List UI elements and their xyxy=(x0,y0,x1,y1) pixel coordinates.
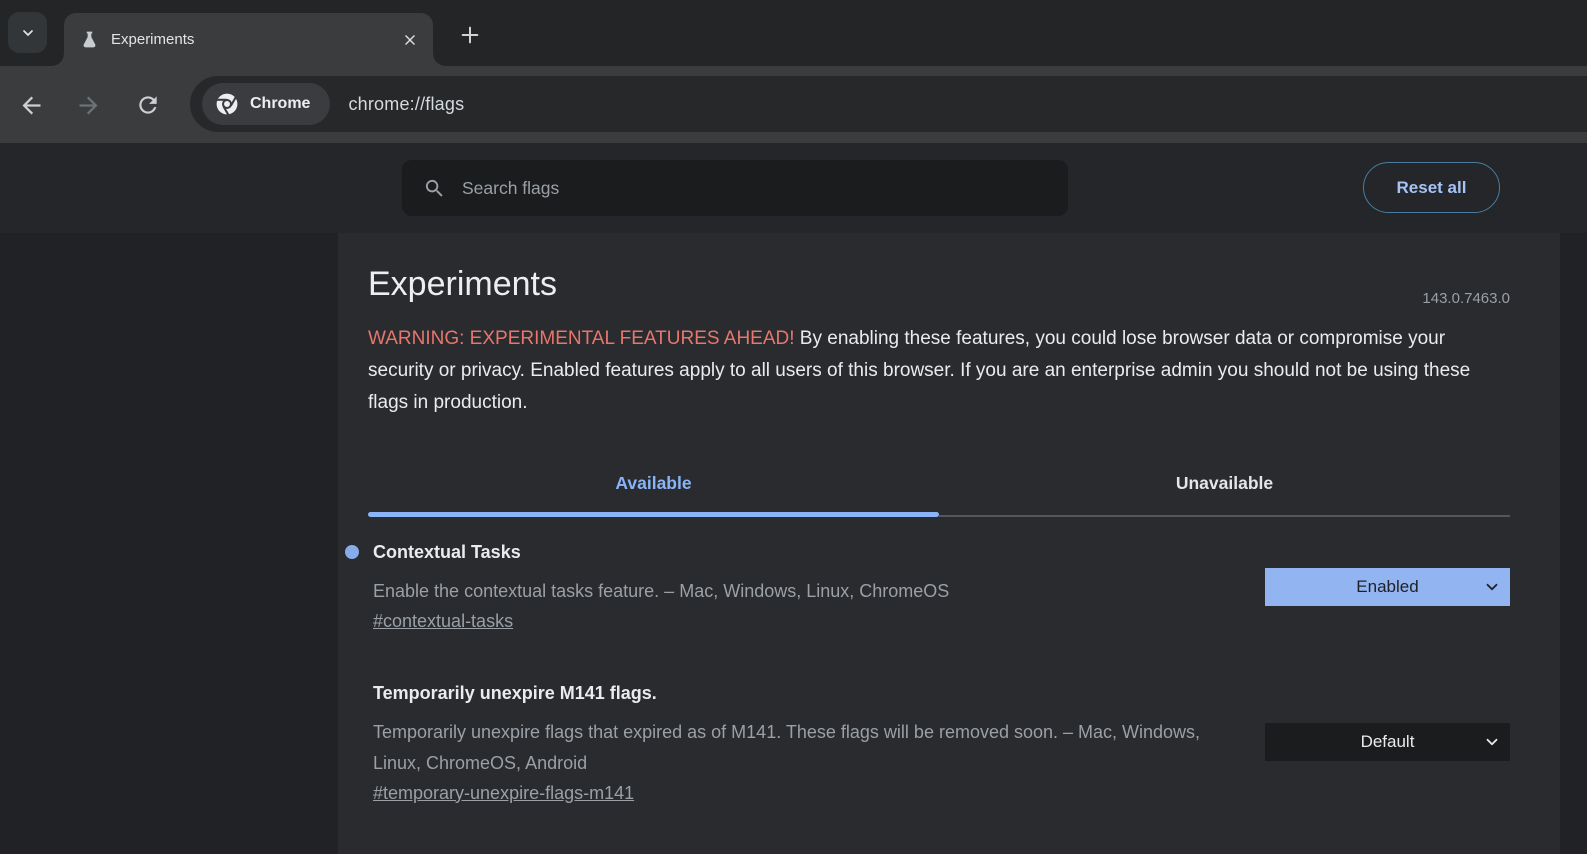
flag-name: Contextual Tasks xyxy=(373,541,1240,563)
flags-content: Experiments 143.0.7463.0 WARNING: EXPERI… xyxy=(338,233,1560,854)
tab-underline-rest xyxy=(939,515,1510,517)
modified-dot-icon xyxy=(345,545,359,559)
browser-toolbar: Chrome chrome://flags xyxy=(0,66,1587,143)
tab-search-button[interactable] xyxy=(8,12,47,53)
search-icon xyxy=(402,177,446,200)
flags-page-header: Reset all xyxy=(0,143,1587,233)
forward-button[interactable] xyxy=(71,88,105,122)
browser-tab-experiments[interactable]: Experiments xyxy=(64,13,433,66)
tab-unavailable[interactable]: Unavailable xyxy=(939,463,1510,512)
url-text[interactable]: chrome://flags xyxy=(348,94,464,115)
flag-texts: Temporarily unexpire M141 flags. Tempora… xyxy=(368,682,1240,804)
flag-description: Temporarily unexpire flags that expired … xyxy=(373,717,1240,779)
site-chip[interactable]: Chrome xyxy=(202,83,330,125)
flag-description: Enable the contextual tasks feature. – M… xyxy=(373,576,1240,607)
new-tab-button[interactable] xyxy=(452,17,488,53)
tab-underline-selected xyxy=(368,512,939,517)
arrow-right-icon xyxy=(75,92,102,119)
flag-value-select[interactable]: Enabled xyxy=(1265,568,1510,606)
select-value: Default xyxy=(1361,732,1415,752)
flask-icon xyxy=(80,30,99,49)
tab-underline xyxy=(368,512,1510,517)
page-title: Experiments xyxy=(368,265,1510,304)
chevron-down-icon xyxy=(1483,578,1501,596)
page-background: Experiments 143.0.7463.0 WARNING: EXPERI… xyxy=(0,233,1587,854)
version-label: 143.0.7463.0 xyxy=(1422,290,1510,307)
search-input[interactable] xyxy=(462,178,1054,199)
flag-filter-tabs: Available Unavailable xyxy=(368,463,1510,512)
reset-all-button[interactable]: Reset all xyxy=(1363,162,1500,213)
search-box[interactable] xyxy=(402,160,1068,216)
chevron-down-icon xyxy=(20,25,36,41)
flag-texts: Contextual Tasks Enable the contextual t… xyxy=(368,541,1240,632)
tab-strip: Experiments xyxy=(0,0,1587,66)
browser-window: Experiments xyxy=(0,0,1587,854)
tab-available[interactable]: Available xyxy=(368,463,939,512)
site-chip-label: Chrome xyxy=(250,95,310,113)
flag-row-temporary-unexpire-m141: Temporarily unexpire M141 flags. Tempora… xyxy=(368,682,1510,804)
select-value: Enabled xyxy=(1356,577,1418,597)
back-button[interactable] xyxy=(14,88,48,122)
omnibox[interactable]: Chrome chrome://flags xyxy=(190,76,1587,132)
warning-text: WARNING: EXPERIMENTAL FEATURES AHEAD! By… xyxy=(368,323,1498,419)
reload-icon xyxy=(135,92,161,118)
tab-title: Experiments xyxy=(111,31,397,48)
flag-permalink[interactable]: #contextual-tasks xyxy=(373,611,513,632)
reload-button[interactable] xyxy=(131,88,165,122)
flag-row-contextual-tasks: Contextual Tasks Enable the contextual t… xyxy=(368,541,1510,632)
chrome-logo-icon xyxy=(214,91,240,117)
plus-icon xyxy=(459,24,481,46)
chevron-down-icon xyxy=(1483,733,1501,751)
flag-value-select[interactable]: Default xyxy=(1265,723,1510,761)
warning-emphasis: WARNING: EXPERIMENTAL FEATURES AHEAD! xyxy=(368,328,795,349)
flag-name: Temporarily unexpire M141 flags. xyxy=(373,682,1240,704)
tab-close-button[interactable] xyxy=(397,27,423,53)
arrow-left-icon xyxy=(18,92,45,119)
flag-permalink[interactable]: #temporary-unexpire-flags-m141 xyxy=(373,783,634,804)
